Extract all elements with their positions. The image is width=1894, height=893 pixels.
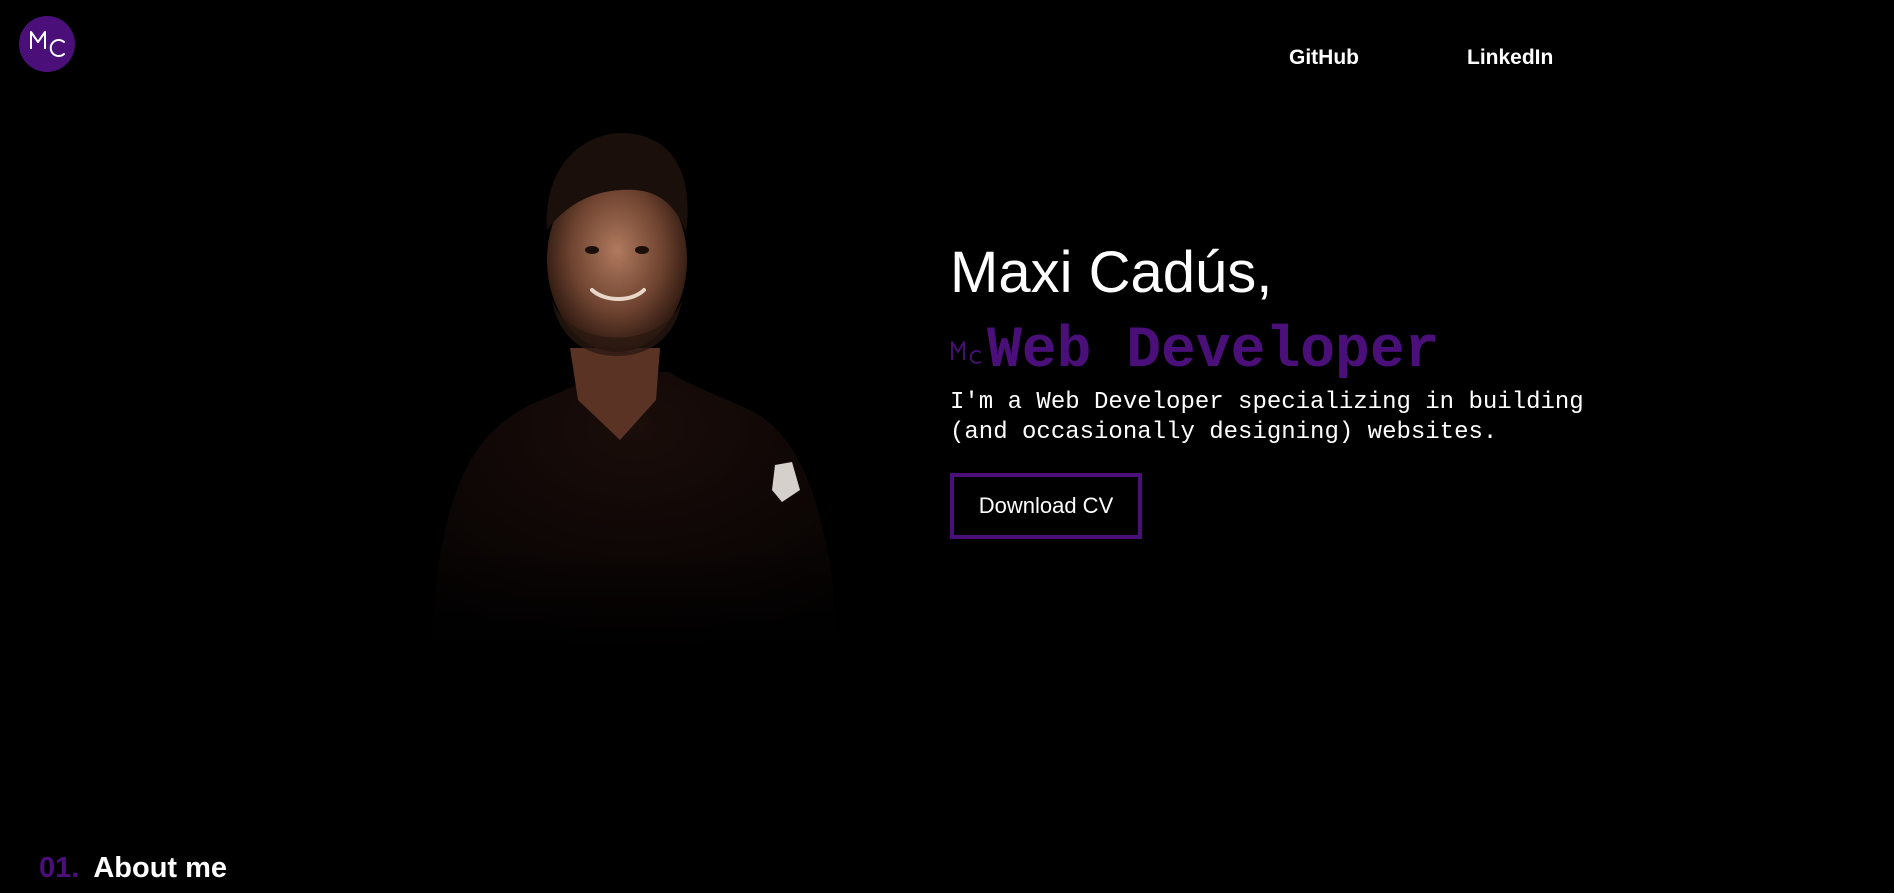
hero-name: Maxi Cadús,	[950, 240, 1273, 305]
portrait-photo	[420, 132, 850, 670]
hero-role-title: Web Developer	[987, 319, 1440, 384]
mc-monogram-icon	[30, 31, 65, 57]
nav-link-github[interactable]: GitHub	[1289, 46, 1359, 70]
logo-button[interactable]	[19, 16, 75, 72]
section-number: 01.	[39, 852, 80, 884]
download-cv-button[interactable]: Download CV	[950, 473, 1142, 539]
section-heading-about: 01. About me	[39, 848, 227, 888]
nav-link-linkedin[interactable]: LinkedIn	[1467, 46, 1553, 70]
hero-description: I'm a Web Developer specializing in buil…	[950, 389, 1584, 446]
section-title: About me	[93, 852, 228, 884]
mc-monogram-icon	[951, 341, 981, 364]
